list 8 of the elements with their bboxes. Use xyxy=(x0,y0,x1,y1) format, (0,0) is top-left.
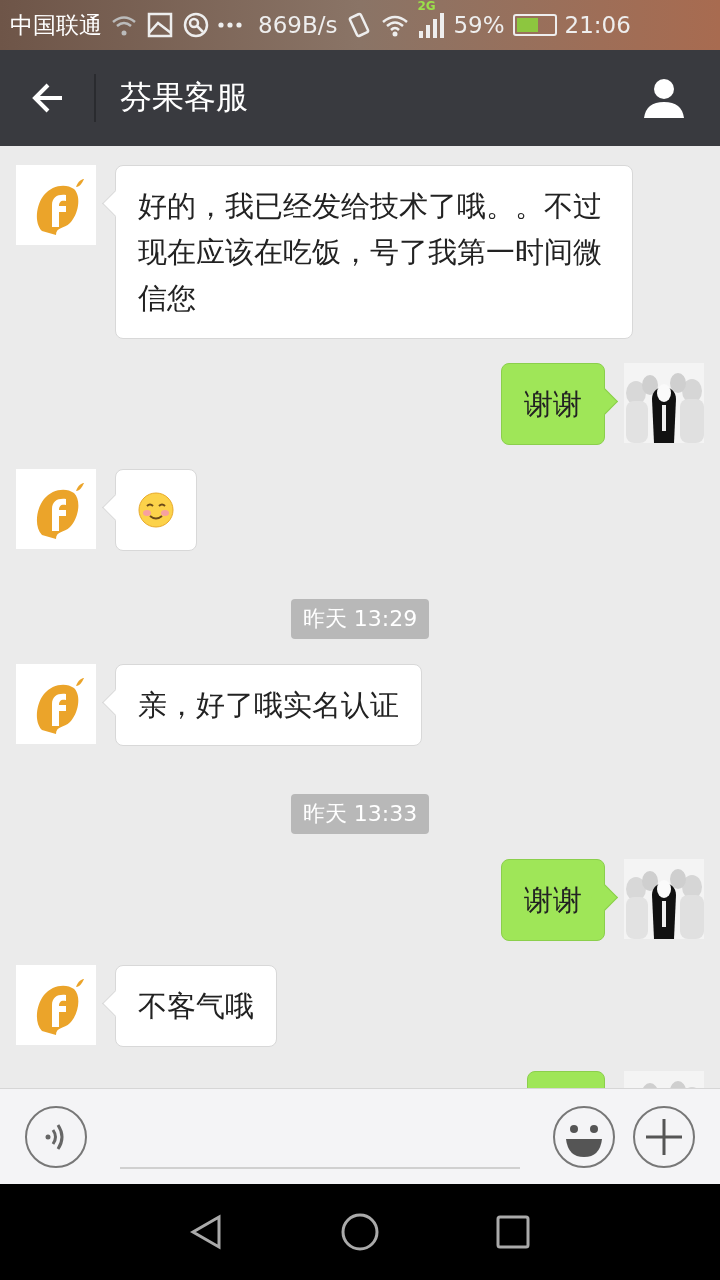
carrier-name: 中国联通 xyxy=(10,10,102,40)
timestamp: 昨天 13:33 xyxy=(290,794,430,834)
network-speed: 869B/s xyxy=(258,12,338,38)
timestamp: 昨天 13:29 xyxy=(290,599,430,639)
battery-percent: 59% xyxy=(453,12,505,38)
chat-title: 芬果客服 xyxy=(120,77,249,118)
clock: 21:06 xyxy=(564,12,631,38)
network-type: 2G xyxy=(417,0,436,13)
